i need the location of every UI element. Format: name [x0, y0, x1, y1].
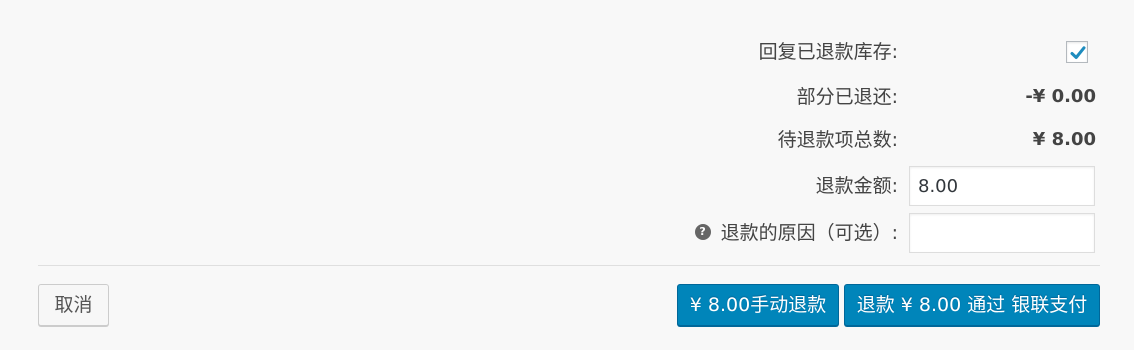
already-refunded-value: -¥ 0.00 — [1025, 86, 1096, 107]
refund-reason-input[interactable] — [909, 213, 1095, 253]
gateway-refund-button[interactable]: 退款 ¥ 8.00 通过 银联支付 — [844, 284, 1100, 326]
available-to-refund-label: 待退款项总数: — [777, 129, 898, 151]
available-to-refund-row: 待退款项总数: ¥ 8.00 — [0, 120, 1134, 160]
refund-reason-row: ? 退款的原因（可选）: — [0, 213, 1134, 253]
refund-amount-row: 退款金额: — [0, 166, 1134, 206]
already-refunded-row: 部分已退还: -¥ 0.00 — [0, 77, 1134, 117]
refund-amount-input[interactable] — [909, 166, 1095, 206]
cancel-button[interactable]: 取消 — [38, 284, 109, 326]
manual-refund-button[interactable]: ¥ 8.00手动退款 — [677, 284, 839, 326]
restock-checkbox[interactable] — [1066, 41, 1088, 63]
refund-reason-label-group: ? 退款的原因（可选）: — [694, 213, 898, 253]
refund-reason-label: 退款的原因（可选）: — [720, 222, 898, 244]
refund-panel: 回复已退款库存: 部分已退还: -¥ 0.00 待退款项总数: ¥ 8.00 退… — [0, 0, 1134, 350]
divider — [38, 265, 1100, 266]
available-to-refund-value: ¥ 8.00 — [1032, 129, 1096, 150]
help-question-icon[interactable]: ? — [694, 223, 711, 240]
refund-amount-label: 退款金额: — [815, 175, 898, 197]
restock-row: 回复已退款库存: — [0, 32, 1134, 72]
checkmark-icon — [1070, 46, 1086, 59]
already-refunded-label: 部分已退还: — [796, 86, 898, 108]
restock-label: 回复已退款库存: — [758, 41, 898, 63]
